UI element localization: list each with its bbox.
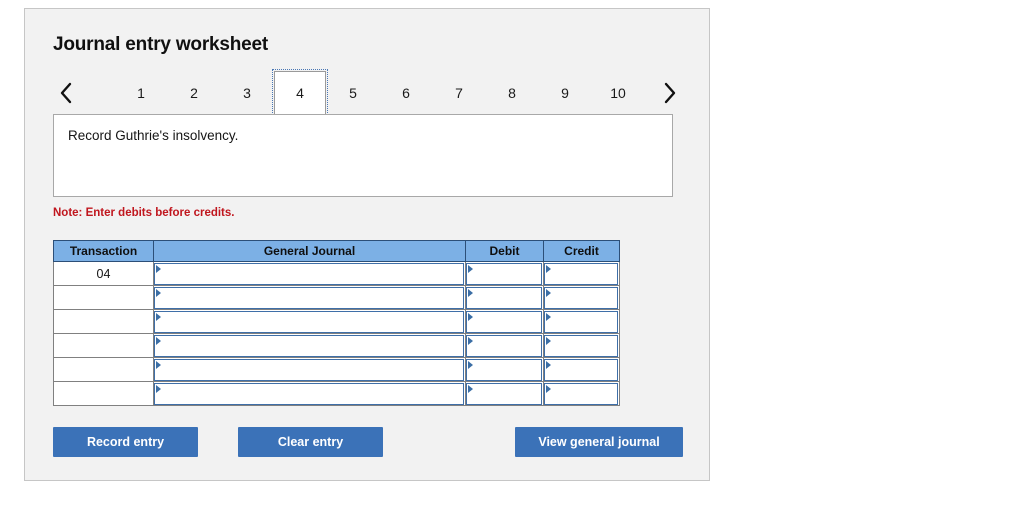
credit-input[interactable] [544, 286, 618, 309]
tab-page-3[interactable]: 3 [221, 71, 273, 115]
general-journal-cell [153, 381, 466, 406]
debit-cell [465, 357, 544, 382]
transaction-number-cell [53, 357, 154, 382]
transaction-number-cell [53, 309, 154, 334]
table-row [53, 309, 620, 334]
credit-input[interactable] [544, 262, 618, 285]
journal-entry-table: Transaction General Journal Debit Credit… [53, 240, 620, 406]
journal-entry-card: Journal entry worksheet 1 2 3 4 5 6 7 8 … [24, 8, 710, 481]
column-header-transaction: Transaction [53, 240, 154, 262]
general-journal-input[interactable] [154, 358, 464, 381]
general-journal-cell [153, 357, 466, 382]
view-general-journal-button[interactable]: View general journal [515, 427, 683, 457]
debit-input[interactable] [466, 382, 542, 405]
column-header-credit: Credit [543, 240, 620, 262]
debit-cell [465, 285, 544, 310]
debit-input[interactable] [466, 262, 542, 285]
table-row [53, 381, 620, 406]
general-journal-input[interactable] [154, 382, 464, 405]
clear-entry-button[interactable]: Clear entry [238, 427, 383, 457]
table-row [53, 285, 620, 310]
general-journal-cell [153, 261, 466, 286]
credit-cell [543, 357, 620, 382]
record-entry-button[interactable]: Record entry [53, 427, 198, 457]
credit-input[interactable] [544, 382, 618, 405]
table-row [53, 333, 620, 358]
credit-input[interactable] [544, 334, 618, 357]
credit-cell [543, 285, 620, 310]
tab-page-2[interactable]: 2 [168, 71, 220, 115]
transaction-number-cell [53, 333, 154, 358]
debit-cell [465, 381, 544, 406]
tab-page-5[interactable]: 5 [327, 71, 379, 115]
tab-page-6[interactable]: 6 [380, 71, 432, 115]
debit-cell [465, 309, 544, 334]
debit-input[interactable] [466, 334, 542, 357]
credit-cell [543, 333, 620, 358]
tab-page-7[interactable]: 7 [433, 71, 485, 115]
chevron-left-icon[interactable] [53, 77, 79, 109]
general-journal-input[interactable] [154, 286, 464, 309]
debit-input[interactable] [466, 310, 542, 333]
credit-input[interactable] [544, 358, 618, 381]
debit-cell [465, 333, 544, 358]
debit-input[interactable] [466, 358, 542, 381]
tab-page-10[interactable]: 10 [592, 71, 644, 115]
transaction-number-cell [53, 285, 154, 310]
tab-page-8[interactable]: 8 [486, 71, 538, 115]
general-journal-input[interactable] [154, 334, 464, 357]
general-journal-cell [153, 333, 466, 358]
general-journal-cell [153, 309, 466, 334]
credit-cell [543, 381, 620, 406]
page-title: Journal entry worksheet [53, 34, 269, 55]
table-row [53, 357, 620, 382]
credit-cell [543, 309, 620, 334]
debit-input[interactable] [466, 286, 542, 309]
transaction-description: Record Guthrie's insolvency. [53, 114, 673, 197]
transaction-number-cell [53, 381, 154, 406]
credit-cell [543, 261, 620, 286]
credit-input[interactable] [544, 310, 618, 333]
pagination-tabs: 1 2 3 4 5 6 7 8 9 10 [53, 69, 683, 117]
chevron-right-icon[interactable] [657, 77, 683, 109]
debits-before-credits-note: Note: Enter debits before credits. [53, 207, 235, 219]
general-journal-input[interactable] [154, 310, 464, 333]
table-row: 04 [53, 261, 620, 286]
tab-page-1[interactable]: 1 [115, 71, 167, 115]
general-journal-input[interactable] [154, 262, 464, 285]
tab-page-9[interactable]: 9 [539, 71, 591, 115]
general-journal-cell [153, 285, 466, 310]
tab-page-4[interactable]: 4 [272, 69, 328, 117]
column-header-general-journal: General Journal [153, 240, 466, 262]
table-header-row: Transaction General Journal Debit Credit [53, 240, 620, 262]
debit-cell [465, 261, 544, 286]
column-header-debit: Debit [465, 240, 544, 262]
transaction-number-cell: 04 [53, 261, 154, 286]
